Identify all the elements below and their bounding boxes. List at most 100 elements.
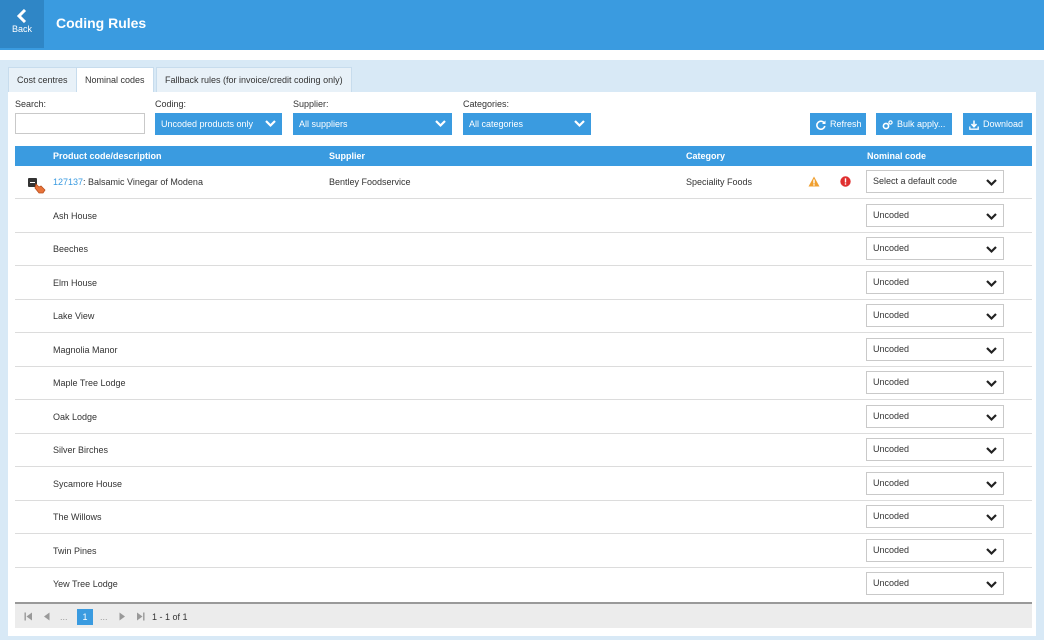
nominal-code-select[interactable]: Uncoded [866, 204, 1004, 227]
download-label: Download [983, 119, 1024, 129]
chevron-down-icon [986, 514, 997, 522]
cost-centre-row: Twin Pines Uncoded [15, 535, 1032, 568]
chevron-down-icon [986, 179, 997, 187]
tab-content: Search: Coding: Uncoded products only Su… [8, 92, 1036, 636]
product-description: : Balsamic Vinegar of Modena [83, 177, 203, 187]
nominal-code-select[interactable]: Uncoded [866, 271, 1004, 294]
nominal-code-value: Uncoded [873, 377, 910, 387]
chevron-down-icon [986, 447, 997, 455]
coding-select-value: Uncoded products only [161, 119, 254, 129]
refresh-button[interactable]: Refresh [810, 113, 866, 135]
previous-page-icon[interactable] [43, 612, 50, 621]
chevron-down-icon [574, 120, 585, 128]
cost-centre-row: Beeches Uncoded [15, 233, 1032, 266]
cost-centre-row: Magnolia Manor Uncoded [15, 334, 1032, 367]
categories-select[interactable]: All categories [463, 113, 591, 135]
cost-centre-name: Sycamore House [53, 479, 123, 489]
nominal-code-select[interactable]: Uncoded [866, 338, 1004, 361]
nominal-code-select[interactable]: Uncoded [866, 405, 1004, 428]
nominal-code-value: Uncoded [873, 411, 910, 421]
nominal-code-select[interactable]: Uncoded [866, 237, 1004, 260]
cost-centre-name: Silver Birches [53, 445, 109, 455]
cost-centre-row: Silver Birches Uncoded [15, 434, 1032, 467]
cost-centre-name: Oak Lodge [53, 412, 98, 422]
chevron-down-icon [986, 213, 997, 221]
product-code-description: 127137: Balsamic Vinegar of Modena [53, 177, 203, 187]
cost-centre-row: Elm House Uncoded [15, 267, 1032, 300]
refresh-icon [816, 120, 826, 130]
table-header: Product code/description Supplier Catego… [15, 146, 1032, 166]
last-page-icon[interactable] [136, 612, 145, 621]
column-header-product: Product code/description [53, 151, 162, 161]
nominal-code-value: Uncoded [873, 344, 910, 354]
nominal-code-value: Uncoded [873, 444, 910, 454]
column-header-supplier: Supplier [329, 151, 366, 161]
cost-centre-row: Lake View Uncoded [15, 300, 1032, 333]
pager-ellipsis-right[interactable]: ... [100, 612, 108, 622]
cost-centre-name: Yew Tree Lodge [53, 579, 118, 589]
chevron-down-icon [986, 347, 997, 355]
supplier-select[interactable]: All suppliers [293, 113, 452, 135]
current-page-button[interactable]: 1 [77, 609, 93, 625]
cost-centre-name: Maple Tree Lodge [53, 378, 126, 388]
cost-centre-name: Lake View [53, 311, 95, 321]
nominal-code-value: Uncoded [873, 511, 910, 521]
categories-select-value: All categories [469, 119, 524, 129]
default-nominal-code-value: Select a default code [873, 176, 958, 186]
bulk-apply-label: Bulk apply... [897, 119, 946, 129]
tab-fallback-rules[interactable]: Fallback rules (for invoice/credit codin… [156, 67, 352, 92]
product-code-link[interactable]: 127137 [53, 177, 83, 187]
nominal-code-value: Uncoded [873, 545, 910, 555]
pager-ellipsis-left[interactable]: ... [60, 612, 68, 622]
nominal-code-select[interactable]: Uncoded [866, 505, 1004, 528]
chevron-down-icon [986, 280, 997, 288]
page-title: Coding Rules [56, 15, 147, 31]
cost-centre-name: Ash House [53, 211, 98, 221]
chevron-down-icon [986, 380, 997, 388]
product-supplier: Bentley Foodservice [329, 177, 411, 187]
product-row: 127137: Balsamic Vinegar of Modena Bentl… [15, 166, 1032, 199]
first-page-icon[interactable] [24, 612, 33, 621]
download-button[interactable]: Download [963, 113, 1032, 135]
nominal-code-select[interactable]: Uncoded [866, 438, 1004, 461]
cost-centre-name: Magnolia Manor [53, 345, 118, 355]
nominal-code-select[interactable]: Uncoded [866, 371, 1004, 394]
hand-pointer-icon [34, 183, 46, 194]
back-button[interactable]: Back [0, 0, 44, 48]
chevron-down-icon [986, 581, 997, 589]
back-label: Back [11, 24, 32, 34]
tab-nominal-codes[interactable]: Nominal codes [76, 67, 154, 92]
pager-info: 1 - 1 of 1 [152, 612, 188, 622]
cost-centre-row: Ash House Uncoded [15, 200, 1032, 233]
supplier-label: Supplier: [293, 99, 329, 109]
chevron-down-icon [265, 120, 276, 128]
nominal-code-select[interactable]: Uncoded [866, 472, 1004, 495]
nominal-code-value: Uncoded [873, 243, 910, 253]
chevron-down-icon [435, 120, 446, 128]
coding-select[interactable]: Uncoded products only [155, 113, 282, 135]
default-nominal-code-select[interactable]: Select a default code [866, 170, 1004, 193]
bulk-apply-button[interactable]: Bulk apply... [876, 113, 952, 135]
chevron-down-icon [986, 313, 997, 321]
search-input[interactable] [15, 113, 145, 134]
tab-cost-centres[interactable]: Cost centres [8, 67, 77, 92]
cost-centre-row: Oak Lodge Uncoded [15, 401, 1032, 434]
nominal-code-value: Uncoded [873, 578, 910, 588]
cost-centre-name: Twin Pines [53, 546, 97, 556]
next-page-icon[interactable] [119, 612, 126, 621]
chevron-down-icon [986, 414, 997, 422]
cost-centre-row: Maple Tree Lodge Uncoded [15, 367, 1032, 400]
chevron-down-icon [986, 246, 997, 254]
column-header-category: Category [686, 151, 726, 161]
chevron-down-icon [986, 548, 997, 556]
nominal-code-select[interactable]: Uncoded [866, 304, 1004, 327]
nominal-code-value: Uncoded [873, 478, 910, 488]
nominal-code-value: Uncoded [873, 210, 910, 220]
supplier-select-value: All suppliers [299, 119, 348, 129]
cost-centre-name: The Willows [53, 512, 102, 522]
nominal-code-select[interactable]: Uncoded [866, 572, 1004, 595]
search-label: Search: [15, 99, 47, 109]
product-category: Speciality Foods [686, 177, 753, 187]
gears-icon [882, 119, 893, 130]
nominal-code-select[interactable]: Uncoded [866, 539, 1004, 562]
